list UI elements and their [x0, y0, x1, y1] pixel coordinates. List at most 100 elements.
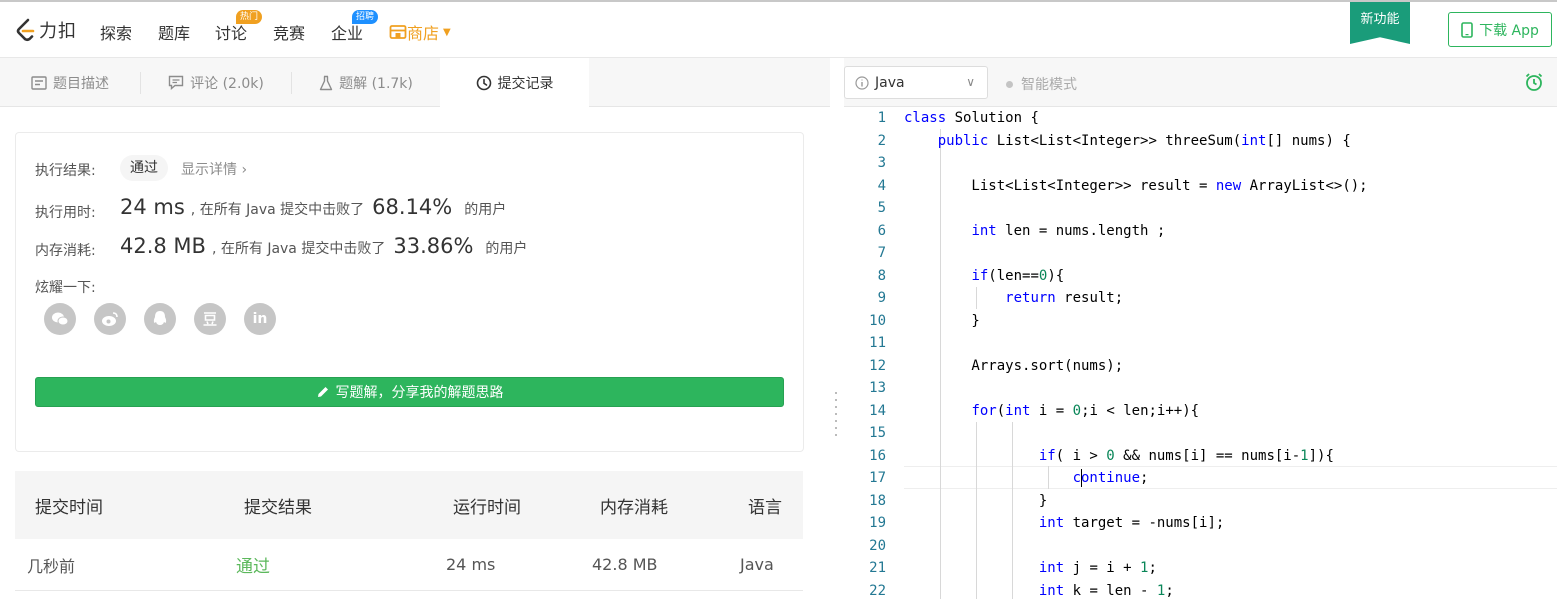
line-number: 20	[846, 535, 886, 558]
line-number: 12	[846, 355, 886, 378]
info-icon	[855, 76, 869, 90]
memory-label: 内存消耗:	[35, 240, 96, 260]
hiring-badge: 招聘	[352, 10, 378, 24]
runtime-beat-text: , 在所有 Java 提交中击败了	[191, 199, 364, 219]
write-solution-button[interactable]: 写题解，分享我的解题思路	[35, 377, 784, 407]
line-number: 18	[846, 490, 886, 513]
caret-down-icon: ▼	[443, 27, 451, 38]
line-number: 5	[846, 197, 886, 220]
memory-stat: 42.8 MB , 在所有 Java 提交中击败了 33.86% 的用户	[120, 234, 527, 258]
alarm-clock-icon[interactable]	[1524, 72, 1544, 92]
top-navbar: 力扣 探索 题库 讨论 热门 竞赛 企业 招聘 商店 ▼ 新功能 下载 App	[0, 2, 1557, 58]
phone-icon	[1461, 22, 1473, 38]
code-line[interactable]: if(len==0){	[904, 265, 1064, 288]
language-select[interactable]: Java ∨	[844, 66, 988, 99]
weibo-icon[interactable]	[94, 303, 126, 335]
runtime-label: 执行用时:	[35, 202, 96, 222]
code-line[interactable]: }	[904, 490, 1047, 513]
code-editor[interactable]: 12345678910111213141516171819202122 clas…	[844, 107, 1557, 599]
linkedin-icon[interactable]: in	[244, 303, 276, 335]
line-number: 4	[846, 175, 886, 198]
code-line[interactable]: for(int i = 0;i < len;i++){	[904, 400, 1199, 423]
qq-icon[interactable]	[144, 303, 176, 335]
runtime-tail: 的用户	[464, 199, 506, 219]
leetcode-logo[interactable]: 力扣	[14, 17, 77, 43]
code-line[interactable]: List<List<Integer>> result = new ArrayLi…	[904, 175, 1368, 198]
download-app-label: 下载 App	[1479, 20, 1539, 40]
weibo-glyph	[101, 311, 119, 327]
row-memory: 42.8 MB	[592, 539, 658, 590]
col-submit-result[interactable]: 提交结果	[244, 471, 312, 539]
tab-description[interactable]: 题目描述	[0, 58, 140, 107]
qq-glyph	[152, 310, 168, 328]
code-area[interactable]: class Solution { public List<List<Intege…	[904, 107, 1557, 599]
line-number: 15	[846, 422, 886, 445]
douban-icon[interactable]	[194, 303, 226, 335]
flask-icon	[319, 75, 333, 91]
pane-splitter[interactable]	[830, 58, 844, 599]
col-runtime[interactable]: 运行时间	[453, 471, 521, 539]
wechat-glyph	[51, 311, 69, 327]
row-submit-time: 几秒前	[27, 539, 75, 590]
line-number: 16	[846, 445, 886, 468]
col-memory[interactable]: 内存消耗	[600, 471, 668, 539]
new-feature-ribbon[interactable]: 新功能	[1350, 2, 1410, 44]
tab-description-label: 题目描述	[53, 73, 109, 93]
table-row[interactable]: 几秒前 通过 24 ms 42.8 MB Java	[15, 539, 803, 591]
line-number: 14	[846, 400, 886, 423]
nav-contest[interactable]: 竞赛	[273, 20, 305, 44]
runtime-value: 24 ms	[120, 195, 185, 219]
write-solution-label: 写题解，分享我的解题思路	[336, 382, 504, 402]
wechat-icon[interactable]	[44, 303, 76, 335]
clock-icon	[476, 75, 492, 91]
pencil-icon	[316, 385, 330, 399]
line-number: 9	[846, 287, 886, 310]
nav-explore[interactable]: 探索	[100, 20, 132, 44]
line-number: 8	[846, 265, 886, 288]
code-line[interactable]: public List<List<Integer>> threeSum(int[…	[904, 130, 1351, 153]
line-number: 3	[846, 152, 886, 175]
text-cursor	[1081, 469, 1082, 487]
code-line[interactable]: class Solution {	[904, 107, 1039, 130]
line-number: 2	[846, 130, 886, 153]
language-value: Java	[875, 75, 905, 91]
problem-tabs: 题目描述 评论 (2.0k) 题解 (1.7k) 提交记录	[0, 58, 830, 107]
code-line[interactable]: return result;	[904, 287, 1123, 310]
code-line[interactable]: int len = nums.length ;	[904, 220, 1165, 243]
description-icon	[31, 76, 47, 90]
memory-percent: 33.86%	[393, 234, 473, 258]
linkedin-glyph: in	[253, 311, 268, 327]
code-line[interactable]: continue;	[904, 467, 1148, 490]
chevron-down-icon: ∨	[966, 75, 975, 89]
row-result-link[interactable]: 通过	[236, 539, 270, 590]
share-label: 炫耀一下:	[35, 277, 96, 297]
col-language[interactable]: 语言	[748, 471, 782, 539]
runtime-stat: 24 ms , 在所有 Java 提交中击败了 68.14% 的用户	[120, 195, 506, 219]
smart-mode-dot	[1006, 81, 1013, 88]
store-icon	[389, 24, 407, 40]
code-line[interactable]: int j = i + 1;	[904, 557, 1157, 580]
tab-solutions[interactable]: 题解 (1.7k)	[292, 58, 440, 107]
tab-solutions-label: 题解 (1.7k)	[339, 73, 413, 93]
memory-beat-text: , 在所有 Java 提交中击败了	[212, 238, 385, 258]
line-number: 10	[846, 310, 886, 333]
show-details-link[interactable]: 显示详情 ›	[181, 159, 247, 179]
smart-mode-toggle[interactable]: 智能模式	[1006, 74, 1077, 94]
submission-result-card: 执行结果: 通过 显示详情 › 执行用时: 24 ms , 在所有 Java 提…	[15, 132, 804, 452]
code-line[interactable]: if( i > 0 && nums[i] == nums[i-1]){	[904, 445, 1334, 468]
tab-submissions[interactable]: 提交记录	[440, 58, 589, 108]
nav-problems[interactable]: 题库	[158, 20, 190, 44]
nav-store[interactable]: 商店 ▼	[389, 20, 451, 44]
tab-comments-label: 评论 (2.0k)	[190, 73, 264, 93]
code-line[interactable]: int target = -nums[i];	[904, 512, 1224, 535]
line-number: 17	[846, 467, 886, 490]
code-line[interactable]: }	[904, 310, 980, 333]
tab-submissions-label: 提交记录	[498, 73, 554, 93]
memory-tail: 的用户	[485, 238, 527, 258]
tab-comments[interactable]: 评论 (2.0k)	[141, 58, 291, 107]
download-app-button[interactable]: 下载 App	[1448, 12, 1552, 47]
line-number-gutter: 12345678910111213141516171819202122	[844, 107, 900, 599]
leetcode-logo-icon	[14, 18, 36, 42]
code-line[interactable]: Arrays.sort(nums);	[904, 355, 1123, 378]
col-submit-time[interactable]: 提交时间	[35, 471, 103, 539]
